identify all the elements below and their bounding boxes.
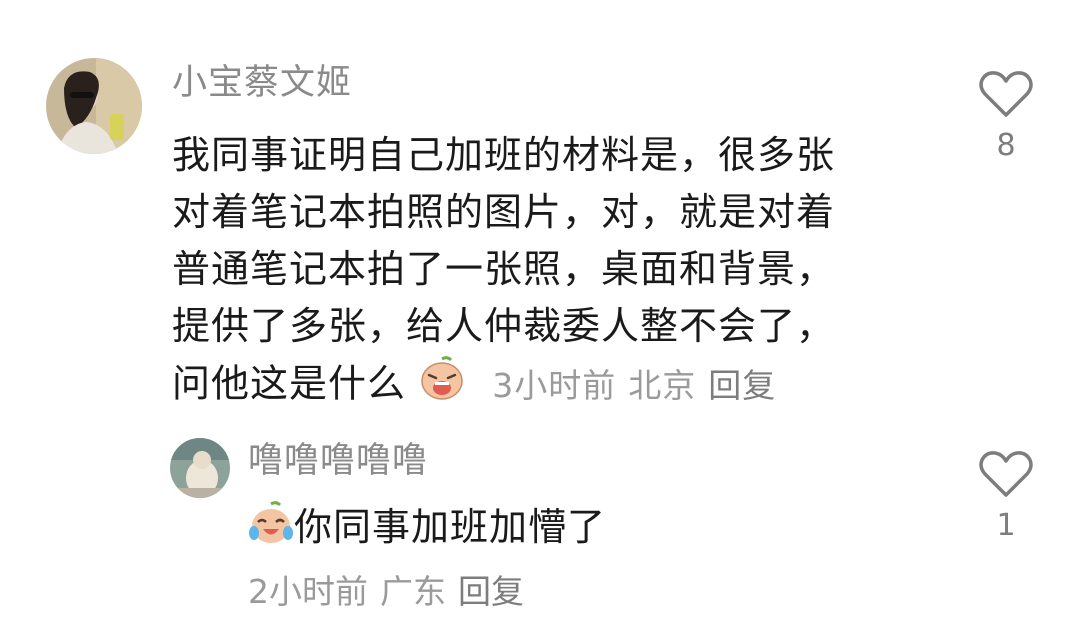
comment-location: 北京: [628, 365, 697, 405]
username[interactable]: 小宝蔡文姬: [172, 60, 352, 106]
comment-text-line: 我同事证明自己加班的材料是，很多张: [172, 133, 836, 177]
comment-meta: 2小时前 广东 回复: [248, 570, 536, 614]
reply-comment-item: 噜噜噜噜噜 你同事加班加懵了 2小时前 广东 回复 1: [0, 420, 1080, 644]
like-count: 8: [996, 128, 1016, 163]
heart-icon: [979, 451, 1033, 497]
reply-button[interactable]: 回复: [708, 366, 776, 405]
comment-last-line: 问他这是什么 3小时前 北京 回复: [172, 355, 835, 417]
avatar[interactable]: [170, 438, 230, 498]
comment-text-line: 问他这是什么: [172, 361, 407, 406]
crying-face-emoji: [419, 355, 465, 417]
like-button[interactable]: 1: [976, 450, 1036, 543]
laughing-tears-emoji: [248, 500, 294, 559]
heart-icon: [979, 71, 1033, 117]
reply-button[interactable]: 回复: [458, 572, 524, 611]
comment-item: 小宝蔡文姬 我同事证明自己加班的材料是，很多张 对着笔记本拍照的图片，对，就是对…: [0, 0, 1080, 420]
comment-time: 2小时前: [248, 572, 368, 611]
comment-location: 广东: [380, 572, 446, 611]
comment-time: 3小时前: [492, 365, 617, 405]
comment-text-line: 对着笔记本拍照的图片，对，就是对着: [172, 190, 836, 234]
avatar-image: [170, 438, 230, 498]
comment-text-line: 你同事加班加懵了: [294, 505, 607, 549]
avatar-image: [46, 58, 142, 154]
username[interactable]: 噜噜噜噜噜: [248, 438, 428, 484]
like-button[interactable]: 8: [976, 70, 1036, 163]
like-count: 1: [996, 508, 1016, 543]
comment-text: 我同事证明自己加班的材料是，很多张 对着笔记本拍照的图片，对，就是对着 普通笔记…: [172, 127, 835, 417]
avatar[interactable]: [46, 58, 142, 154]
comment-text-line: 提供了多张，给人仲裁委人整不会了，: [172, 304, 836, 348]
comment-meta: 3小时前 北京 回复: [492, 366, 788, 405]
comment-text: 你同事加班加懵了: [248, 500, 606, 559]
comment-text-line: 普通笔记本拍了一张照，桌面和背景，: [172, 247, 836, 291]
